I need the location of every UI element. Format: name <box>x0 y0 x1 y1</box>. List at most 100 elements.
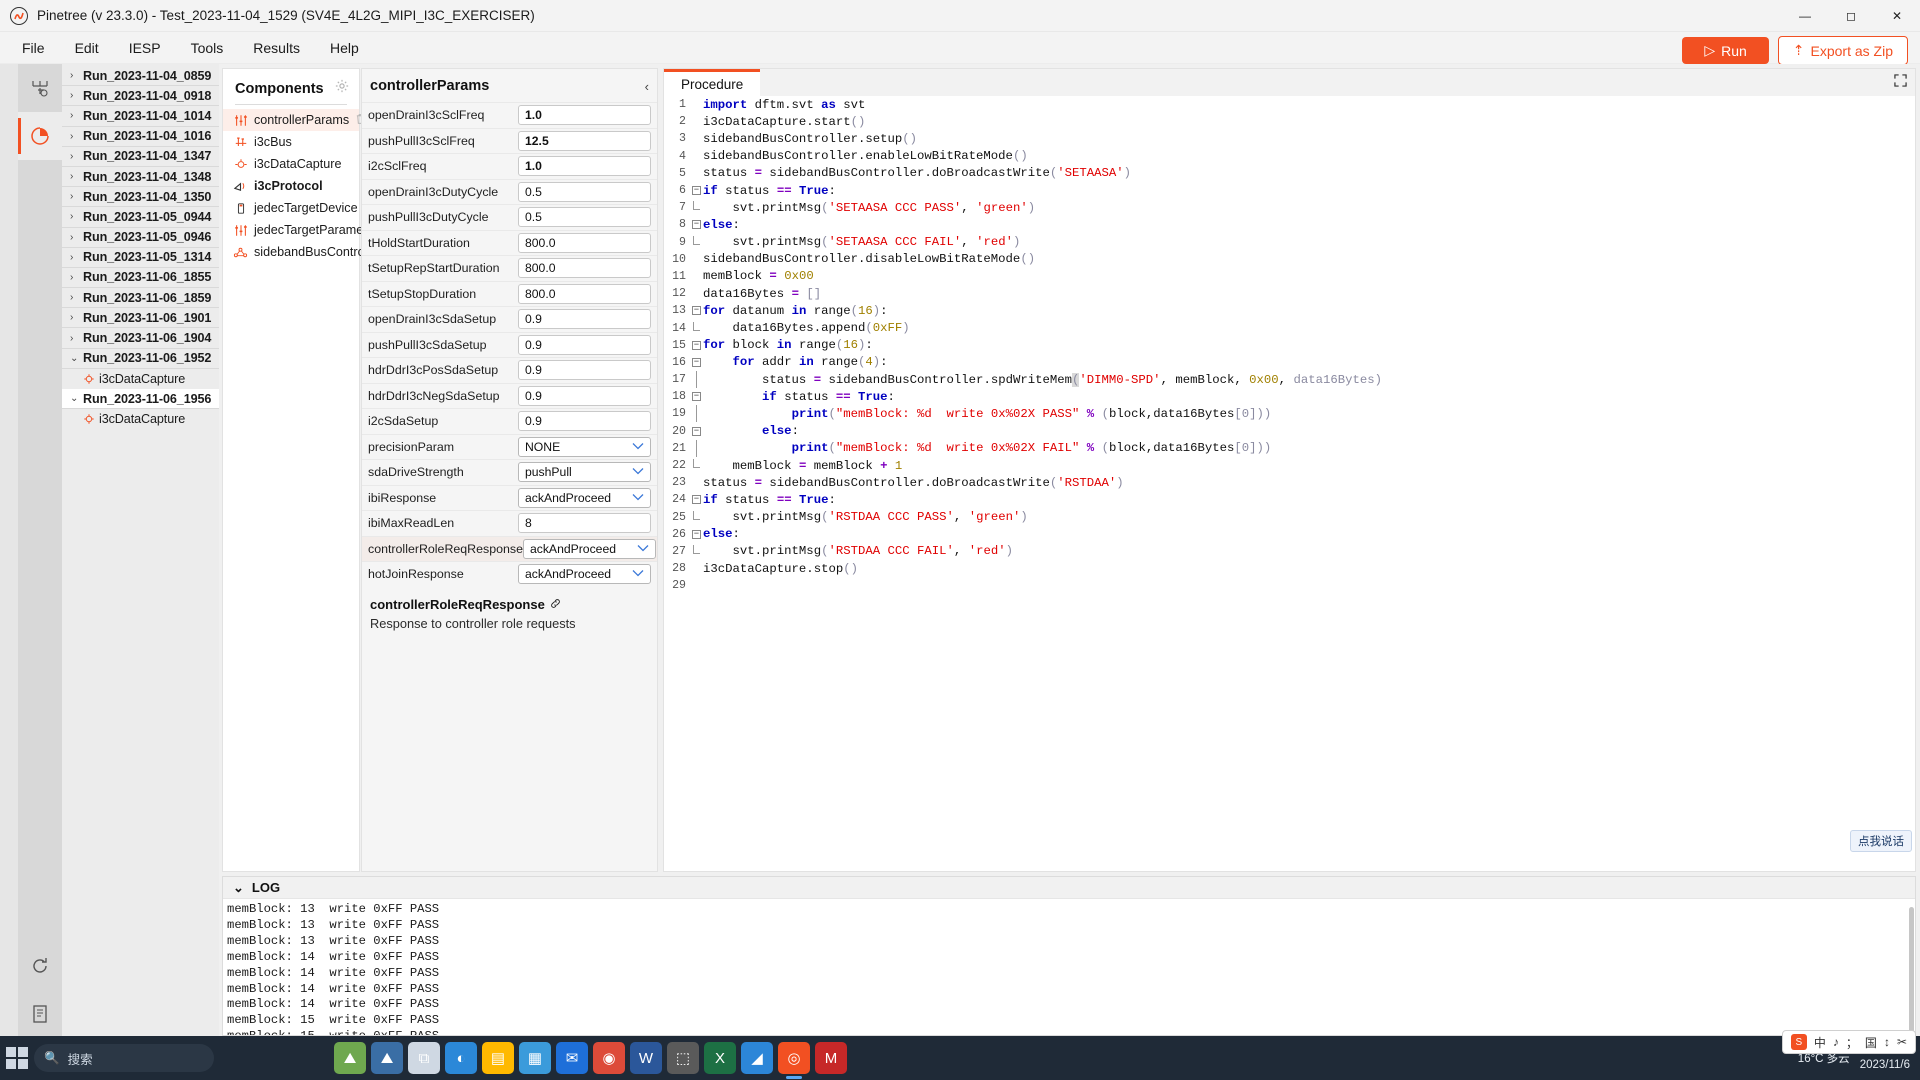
tree-run-item[interactable]: › Run_2023-11-04_1347 <box>62 147 219 167</box>
chevron-right-icon[interactable]: › <box>70 272 83 283</box>
code-line[interactable]: 6− if status == True: <box>664 182 1915 199</box>
close-button[interactable]: ✕ <box>1874 0 1920 32</box>
chevron-down-icon[interactable] <box>637 543 649 555</box>
fold-marker[interactable]: − <box>690 392 703 402</box>
refresh-icon[interactable] <box>18 942 62 990</box>
tree-run-item[interactable]: › Run_2023-11-04_1350 <box>62 187 219 208</box>
tree-run-item[interactable]: › Run_2023-11-06_1901 <box>62 308 219 329</box>
ime-toolbar[interactable]: S 中 ♪ ； 国 ↕ ✂ <box>1781 1030 1916 1054</box>
parameter-input[interactable]: 1.0 <box>518 105 651 126</box>
parameter-input[interactable]: 800.0 <box>518 283 651 304</box>
taskbar-app-vscode[interactable]: ◢ <box>741 1042 773 1074</box>
menu-edit[interactable]: Edit <box>61 35 113 61</box>
chevron-down-icon[interactable]: ⌄ <box>70 393 83 404</box>
chevron-left-icon[interactable]: ‹ <box>645 79 649 94</box>
chevron-down-icon[interactable] <box>632 492 644 504</box>
chevron-right-icon[interactable]: › <box>70 171 83 182</box>
chevron-right-icon[interactable]: › <box>70 312 83 323</box>
code-line[interactable]: 11 memBlock = 0x00 <box>664 268 1915 285</box>
tree-run-item[interactable]: › Run_2023-11-06_1855 <box>62 268 219 289</box>
ime-item-6[interactable]: ✂ <box>1897 1035 1907 1049</box>
menu-file[interactable]: File <box>8 35 59 61</box>
fold-marker[interactable]: − <box>690 340 703 350</box>
parameter-select[interactable]: pushPull <box>518 462 651 483</box>
taskbar-app-mail[interactable]: ✉ <box>556 1042 588 1074</box>
tree-run-item[interactable]: › Run_2023-11-04_1348 <box>62 167 219 188</box>
component-item[interactable]: i3cBus <box>223 131 359 153</box>
tree-run-item[interactable]: ⌄ Run_2023-11-06_1956 <box>62 389 219 410</box>
taskbar-app-taskview[interactable]: ⧉ <box>408 1042 440 1074</box>
expand-icon[interactable] <box>1894 74 1907 90</box>
code-line[interactable]: 8− else: <box>664 216 1915 233</box>
menu-help[interactable]: Help <box>316 35 373 61</box>
tree-child-item[interactable]: i3cDataCapture <box>62 369 219 389</box>
code-line[interactable]: 1 import dftm.svt as svt <box>664 96 1915 113</box>
parameter-select[interactable]: ackAndProceed <box>518 564 651 585</box>
parameter-input[interactable]: 0.9 <box>518 411 651 432</box>
code-line[interactable]: 13− for datanum in range(16): <box>664 302 1915 319</box>
component-item[interactable]: i3cProtocol <box>223 175 359 197</box>
code-line[interactable]: 7 svt.printMsg('SETAASA CCC PASS', 'gree… <box>664 199 1915 216</box>
taskbar-app-explorer[interactable]: ▤ <box>482 1042 514 1074</box>
taskbar-app-pinetree[interactable]: ⛰ <box>334 1042 366 1074</box>
parameter-input[interactable]: 0.9 <box>518 334 651 355</box>
code-line[interactable]: 29 <box>664 577 1915 594</box>
code-line[interactable]: 19 print("memBlock: %d write 0x%02X PASS… <box>664 405 1915 423</box>
tree-run-item[interactable]: › Run_2023-11-06_1904 <box>62 328 219 349</box>
code-line[interactable]: 16− for addr in range(4): <box>664 354 1915 371</box>
component-item[interactable]: jedecTargetParameters <box>223 219 384 241</box>
taskbar-app-store[interactable]: ▦ <box>519 1042 551 1074</box>
link-icon[interactable] <box>550 597 561 612</box>
chevron-right-icon[interactable]: › <box>70 211 83 222</box>
parameter-input[interactable]: 0.5 <box>518 207 651 228</box>
maximize-button[interactable]: ◻ <box>1828 0 1874 32</box>
taskbar-app-excel[interactable]: X <box>704 1042 736 1074</box>
ime-item-3[interactable]: ； <box>1846 1034 1858 1051</box>
code-line[interactable]: 26− else: <box>664 526 1915 543</box>
tooltip-badge[interactable]: 点我说话 <box>1850 830 1912 852</box>
tree-run-item[interactable]: › Run_2023-11-06_1859 <box>62 288 219 309</box>
fold-marker[interactable]: − <box>690 426 703 436</box>
ime-item-4[interactable]: 国 <box>1865 1034 1877 1051</box>
code-line[interactable]: 25 svt.printMsg('RSTDAA CCC PASS', 'gree… <box>664 509 1915 526</box>
tree-run-item[interactable]: › Run_2023-11-04_0918 <box>62 86 219 107</box>
parameter-input[interactable]: 800.0 <box>518 232 651 253</box>
parameter-select[interactable]: NONE <box>518 436 651 457</box>
chevron-right-icon[interactable]: › <box>70 292 83 303</box>
code-line[interactable]: 21 print("memBlock: %d write 0x%02X FAIL… <box>664 439 1915 457</box>
tab-procedure[interactable]: Procedure <box>664 69 761 96</box>
code-line[interactable]: 2 i3cDataCapture.start() <box>664 113 1915 130</box>
fold-marker[interactable]: − <box>690 495 703 505</box>
run-tree[interactable]: › Run_2023-11-04_0859 › Run_2023-11-04_0918… <box>62 64 219 1038</box>
chevron-right-icon[interactable]: › <box>70 151 83 162</box>
tree-run-item[interactable]: › Run_2023-11-04_0859 <box>62 66 219 87</box>
fold-marker[interactable]: − <box>690 357 703 367</box>
menu-tools[interactable]: Tools <box>177 35 238 61</box>
ime-item-2[interactable]: ♪ <box>1833 1035 1839 1049</box>
taskbar-search[interactable]: 🔍 搜索 <box>34 1044 214 1072</box>
code-line[interactable]: 28 i3cDataCapture.stop() <box>664 560 1915 577</box>
fold-marker[interactable]: − <box>690 186 703 196</box>
code-editor[interactable]: 1 import dftm.svt as svt 2 i3cDataCapture.s… <box>664 96 1915 871</box>
tree-run-item[interactable]: › Run_2023-11-05_1314 <box>62 248 219 268</box>
parameter-input[interactable]: 12.5 <box>518 130 651 151</box>
taskbar-app-pinetree-active[interactable]: ◎ <box>778 1042 810 1079</box>
component-item[interactable]: i3cDataCapture <box>223 153 359 175</box>
code-line[interactable]: 17 status = sidebandBusController.spdWri… <box>664 371 1915 389</box>
chevron-right-icon[interactable]: › <box>70 110 83 121</box>
export-as-zip-button[interactable]: ⇡ Export as Zip <box>1777 36 1908 65</box>
taskbar-app-chrome[interactable]: ◉ <box>593 1042 625 1074</box>
ime-item-1[interactable]: 中 <box>1814 1034 1826 1051</box>
code-line[interactable]: 24− if status == True: <box>664 491 1915 508</box>
tree-run-item[interactable]: › Run_2023-11-04_1016 <box>62 127 219 147</box>
code-line[interactable]: 18− if status == True: <box>664 388 1915 405</box>
tree-run-item[interactable]: ⌄ Run_2023-11-06_1952 <box>62 349 219 369</box>
chevron-down-icon[interactable] <box>632 466 644 478</box>
windows-start-icon[interactable] <box>6 1047 28 1069</box>
parameter-select[interactable]: ackAndProceed <box>522 538 656 559</box>
chevron-right-icon[interactable]: › <box>70 191 83 202</box>
parameter-input[interactable]: 0.9 <box>518 385 651 406</box>
fold-marker[interactable]: − <box>690 220 703 230</box>
chevron-right-icon[interactable]: › <box>70 232 83 243</box>
taskbar-app-edge[interactable]: ◐ <box>445 1042 477 1074</box>
